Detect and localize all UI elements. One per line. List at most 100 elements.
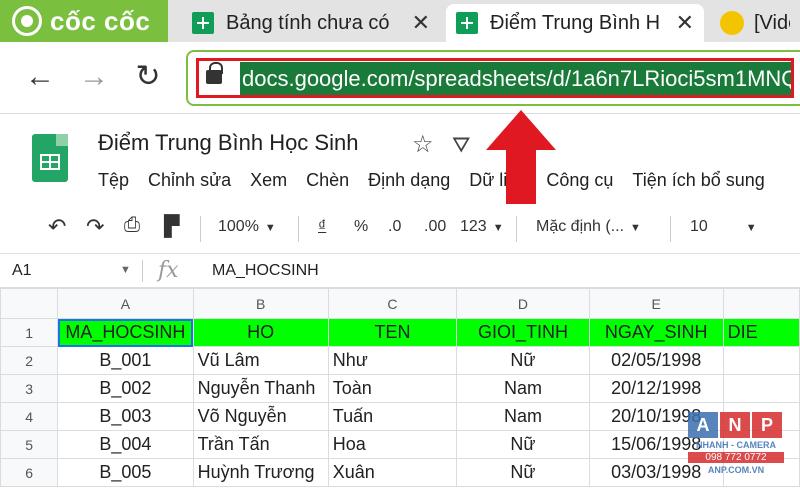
sheets-icon bbox=[456, 12, 478, 34]
tab-untitled-sheet[interactable]: Bảng tính chưa có ✕ bbox=[182, 4, 440, 42]
table-row: 2 B_001 Vũ Lâm Như Nữ 02/05/1998 bbox=[0, 346, 800, 375]
cell[interactable]: DIE bbox=[722, 318, 800, 347]
caret-down-icon[interactable]: ▼ bbox=[120, 264, 131, 276]
browser-window: cốc cốc Bảng tính chưa có ✕ Điểm Trung B… bbox=[0, 0, 800, 500]
caret-down-icon: ▼ bbox=[492, 222, 504, 234]
menu-insert[interactable]: Chèn bbox=[306, 170, 349, 191]
back-button[interactable]: ← bbox=[22, 60, 58, 96]
cell[interactable]: B_004 bbox=[57, 430, 194, 459]
cell[interactable]: Nữ bbox=[456, 430, 590, 459]
menu-edit[interactable]: Chỉnh sửa bbox=[148, 170, 231, 191]
cell[interactable]: Vũ Lâm bbox=[192, 346, 329, 375]
cell[interactable]: 20/12/1998 bbox=[588, 374, 724, 403]
zoom-select[interactable]: 100% ▼ bbox=[218, 218, 276, 236]
cell[interactable]: B_001 bbox=[57, 346, 194, 375]
table-row: 3 B_002 Nguyễn Thanh Toàn Nam 20/12/1998 bbox=[0, 374, 800, 403]
cell[interactable]: Nguyễn Thanh bbox=[192, 374, 329, 403]
tab-title: Bảng tính chưa có bbox=[226, 11, 390, 34]
menu-file[interactable]: Tệp bbox=[98, 170, 129, 191]
column-header[interactable] bbox=[722, 288, 800, 319]
coccoc-logo-icon bbox=[12, 6, 42, 36]
currency-format-button[interactable]: ₫ bbox=[318, 218, 326, 236]
name-box[interactable]: A1 bbox=[12, 262, 32, 280]
tab-diem-trung-binh[interactable]: Điểm Trung Bình H ✕ bbox=[446, 4, 704, 42]
spreadsheet-grid: A B C D E 1 MA_HOCSINH HO TEN GIOI_TINH … bbox=[0, 288, 800, 500]
close-icon[interactable]: ✕ bbox=[412, 10, 430, 36]
forward-button[interactable]: → bbox=[76, 60, 112, 96]
cell[interactable]: GIOI_TINH bbox=[456, 318, 590, 347]
row-header[interactable]: 3 bbox=[0, 374, 59, 403]
cell[interactable]: Huỳnh Trương bbox=[192, 458, 329, 487]
cell[interactable]: B_005 bbox=[57, 458, 194, 487]
anp-watermark-logo: A N P NHANH - CAMERA 098 772 0772 ANP.CO… bbox=[688, 412, 784, 496]
cell[interactable]: Nam bbox=[456, 402, 590, 431]
row-header[interactable]: 6 bbox=[0, 458, 59, 487]
row-header[interactable]: 2 bbox=[0, 346, 59, 375]
red-arrow-annotation bbox=[486, 110, 556, 206]
document-title[interactable]: Điểm Trung Bình Học Sinh bbox=[98, 130, 358, 156]
cell[interactable]: B_002 bbox=[57, 374, 194, 403]
cell[interactable]: 02/05/1998 bbox=[588, 346, 724, 375]
menu-format[interactable]: Định dạng bbox=[368, 170, 450, 191]
decrease-decimal-button[interactable]: .0 bbox=[388, 218, 401, 236]
cell[interactable]: B_003 bbox=[57, 402, 194, 431]
watermark-letters: A N P bbox=[688, 412, 784, 438]
table-row: 1 MA_HOCSINH HO TEN GIOI_TINH NGAY_SINH … bbox=[0, 318, 800, 347]
toolbar-separator bbox=[298, 216, 299, 242]
cell[interactable] bbox=[722, 346, 800, 375]
column-header[interactable]: B bbox=[192, 288, 329, 319]
row-header[interactable]: 4 bbox=[0, 402, 59, 431]
watermark-tagline: NHANH - CAMERA bbox=[696, 440, 776, 450]
cell[interactable]: Toàn bbox=[327, 374, 458, 403]
cell[interactable]: Xuân bbox=[327, 458, 458, 487]
cell[interactable]: MA_HOCSINH bbox=[57, 318, 194, 347]
row-header[interactable]: 5 bbox=[0, 430, 59, 459]
paint-format-icon[interactable]: ▛ bbox=[164, 214, 179, 239]
cell[interactable]: Nam bbox=[456, 374, 590, 403]
row-header[interactable]: 1 bbox=[0, 318, 59, 347]
cell[interactable]: Hoa bbox=[327, 430, 458, 459]
toolbar-separator bbox=[670, 216, 671, 242]
column-header[interactable]: A bbox=[57, 288, 194, 319]
url-highlight-box bbox=[196, 58, 794, 98]
cell[interactable]: Nữ bbox=[456, 458, 590, 487]
percent-format-button[interactable]: % bbox=[354, 218, 368, 236]
cell[interactable]: Võ Nguyễn bbox=[192, 402, 329, 431]
star-icon[interactable]: ☆ bbox=[412, 130, 434, 159]
column-header[interactable]: D bbox=[456, 288, 590, 319]
redo-icon[interactable]: ↷ bbox=[86, 214, 104, 240]
cell[interactable]: Tuấn bbox=[327, 402, 458, 431]
drive-move-icon[interactable]: ⛛ bbox=[452, 132, 470, 158]
font-select[interactable]: Mặc định (... ▼ bbox=[536, 218, 641, 236]
menu-tools[interactable]: Công cụ bbox=[546, 170, 613, 191]
undo-icon[interactable]: ↶ bbox=[48, 214, 66, 240]
font-size-select[interactable]: 10 ▼ bbox=[690, 218, 757, 236]
font-value: Mặc định (... bbox=[536, 218, 625, 235]
cell[interactable]: NGAY_SINH bbox=[588, 318, 724, 347]
cell[interactable]: HO bbox=[192, 318, 329, 347]
menu-addons[interactable]: Tiện ích bổ sung bbox=[632, 170, 764, 191]
formula-input[interactable]: MA_HOCSINH bbox=[212, 262, 319, 280]
tab-video[interactable]: [Vide bbox=[710, 4, 800, 42]
cell[interactable]: Nữ bbox=[456, 346, 590, 375]
column-header[interactable]: C bbox=[327, 288, 458, 319]
cell[interactable]: TEN bbox=[327, 318, 458, 347]
sheets-logo-icon[interactable] bbox=[32, 134, 68, 182]
coccoc-brand[interactable]: cốc cốc bbox=[0, 0, 168, 42]
print-icon[interactable]: ⎙ bbox=[124, 214, 140, 237]
menu-view[interactable]: Xem bbox=[250, 170, 287, 191]
more-formats-select[interactable]: 123 ▼ bbox=[460, 218, 504, 236]
column-header[interactable]: E bbox=[588, 288, 724, 319]
toolbar-separator bbox=[516, 216, 517, 242]
formula-separator bbox=[142, 260, 143, 282]
increase-decimal-button[interactable]: .00 bbox=[424, 218, 446, 236]
select-all-corner[interactable] bbox=[0, 288, 59, 319]
formula-bar: A1 ▼ fx MA_HOCSINH bbox=[0, 254, 800, 288]
cell[interactable]: Như bbox=[327, 346, 458, 375]
tab-strip: cốc cốc Bảng tính chưa có ✕ Điểm Trung B… bbox=[0, 0, 800, 42]
cell[interactable] bbox=[722, 374, 800, 403]
close-icon[interactable]: ✕ bbox=[676, 10, 694, 36]
tab-title: [Vide bbox=[754, 11, 790, 34]
cell[interactable]: Trần Tấn bbox=[192, 430, 329, 459]
reload-button[interactable]: ↻ bbox=[130, 60, 166, 96]
